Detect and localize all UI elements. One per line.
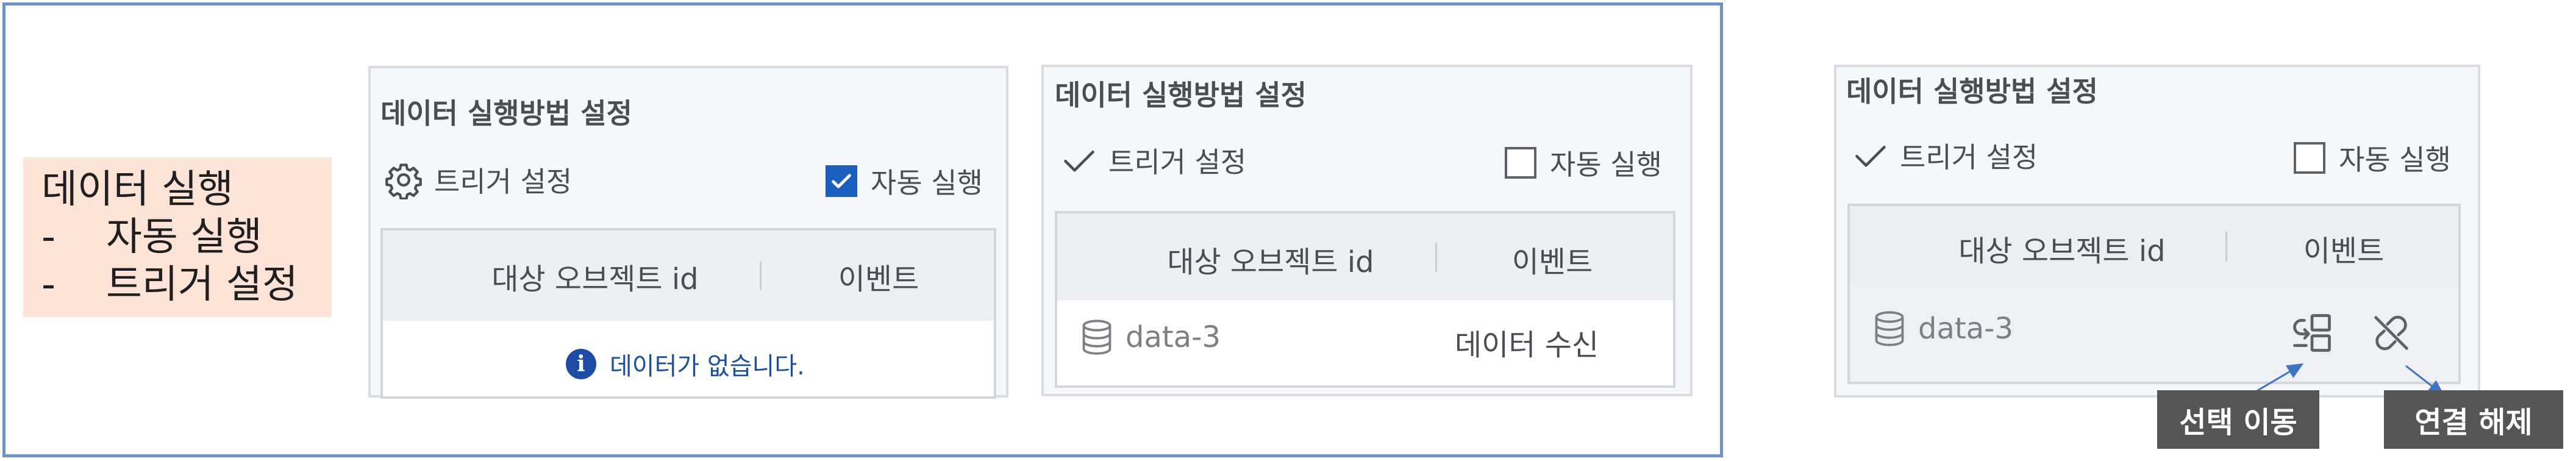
table-cell-object-id[interactable]: data-3: [1079, 318, 1221, 356]
trigger-table: 대상 오브젝트 id 이벤트 data-3 데이터 수신: [1055, 211, 1675, 388]
table-cell-event: 데이터 수신: [1455, 328, 1599, 362]
checkmark-icon: [832, 174, 851, 188]
column-header-event: 이벤트: [2303, 234, 2385, 268]
panel-title: 데이터 실행방법 설정: [1846, 75, 2098, 108]
move-selection-icon[interactable]: [2289, 310, 2335, 356]
note-title: 데이터 실행: [41, 167, 234, 212]
database-icon: [1082, 320, 1111, 355]
column-header-object-id: 대상 오브젝트 id: [1167, 245, 1374, 279]
auto-run-label: 자동 실행: [871, 166, 983, 199]
trigger-settings-button[interactable]: 트리거 설정: [1852, 135, 2038, 176]
checkbox-checked[interactable]: [826, 165, 857, 197]
gear-icon: [385, 163, 422, 199]
table-header: 대상 오브젝트 id 이벤트: [1850, 206, 2458, 287]
panel-title: 데이터 실행방법 설정: [380, 97, 632, 130]
database-icon: [1875, 311, 1904, 346]
empty-state-message: i 데이터가 없습니다.: [566, 346, 805, 382]
note-item: - 자동 실행: [41, 215, 262, 260]
auto-run-checkbox[interactable]: 자동 실행: [1505, 143, 1662, 183]
table-header: 대상 오브젝트 id 이벤트: [383, 230, 994, 321]
unlink-icon[interactable]: [2368, 310, 2414, 356]
trigger-settings-button[interactable]: 트리거 설정: [384, 160, 572, 200]
note-item: - 트리거 설정: [41, 262, 298, 307]
column-divider: [2225, 232, 2227, 261]
column-header-event: 이벤트: [838, 262, 919, 296]
auto-run-label: 자동 실행: [2339, 143, 2451, 176]
note-box: 데이터 실행 - 자동 실행 - 트리거 설정: [23, 157, 332, 317]
trigger-settings-button[interactable]: 트리거 설정: [1061, 140, 1246, 180]
object-id-value: data-3: [1918, 312, 2013, 346]
checkbox-unchecked[interactable]: [1505, 147, 1536, 179]
column-divider: [1435, 243, 1437, 272]
empty-state-text: 데이터가 없습니다.: [610, 352, 805, 381]
trigger-table: 대상 오브젝트 id 이벤트 i 데이터가 없습니다.: [380, 228, 996, 399]
checkmark-icon: [1855, 146, 1886, 167]
object-id-value: data-3: [1126, 320, 1221, 354]
column-header-event: 이벤트: [1511, 245, 1593, 279]
trigger-settings-label: 트리거 설정: [1108, 146, 1247, 179]
callout-disconnect: 연결 해제: [2384, 390, 2563, 449]
checkmark-icon: [1064, 151, 1094, 172]
execution-settings-panel: 데이터 실행방법 설정 트리거 설정 자동 실행 대상 오브젝트 id 이벤트 …: [368, 66, 1008, 399]
auto-run-checkbox[interactable]: 자동 실행: [826, 161, 983, 201]
column-header-object-id: 대상 오브젝트 id: [491, 262, 699, 296]
info-icon: i: [566, 349, 596, 379]
execution-settings-panel: 데이터 실행방법 설정 트리거 설정 자동 실행 대상 오브젝트 id 이벤트 …: [1834, 65, 2480, 398]
auto-run-checkbox[interactable]: 자동 실행: [2294, 138, 2451, 178]
checkbox-unchecked[interactable]: [2294, 142, 2325, 174]
column-divider: [760, 261, 762, 290]
execution-settings-panel: 데이터 실행방법 설정 트리거 설정 자동 실행 대상 오브젝트 id 이벤트 …: [1041, 65, 1693, 396]
table-cell-object-id[interactable]: data-3: [1872, 310, 2013, 348]
trigger-settings-label: 트리거 설정: [1900, 141, 2038, 174]
column-header-object-id: 대상 오브젝트 id: [1958, 234, 2166, 268]
callout-move-selection: 선택 이동: [2157, 390, 2319, 449]
panel-title: 데이터 실행방법 설정: [1055, 79, 1307, 112]
trigger-settings-label: 트리거 설정: [434, 165, 573, 198]
auto-run-label: 자동 실행: [1550, 148, 1662, 181]
table-header: 대상 오브젝트 id 이벤트: [1057, 213, 1673, 300]
trigger-table: 대상 오브젝트 id 이벤트 data-3: [1847, 204, 2461, 384]
